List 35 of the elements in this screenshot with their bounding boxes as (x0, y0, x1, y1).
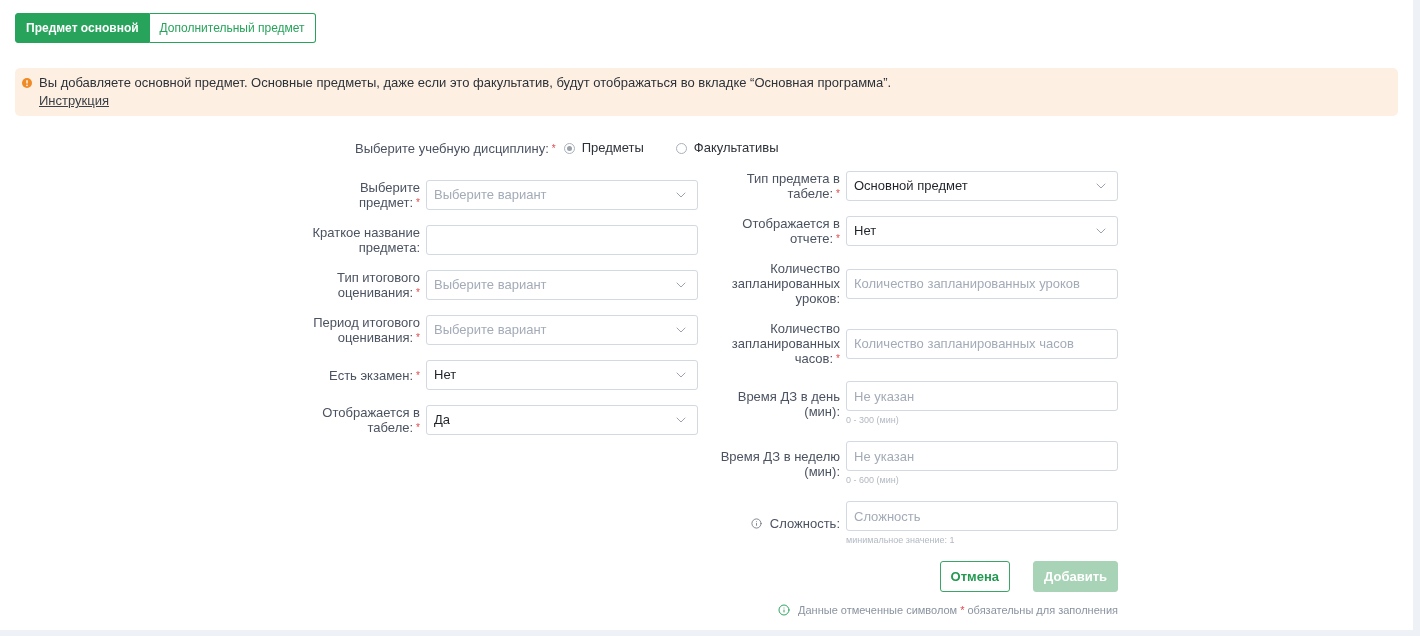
info-icon (778, 604, 791, 616)
field-label: Время ДЗ в неделю (мин): (719, 448, 840, 479)
field-label: Краткое название предмета: (311, 225, 420, 255)
alert-text: Вы добавляете основной предмет. Основные предметы, даже если это факультатив, будут отображаться во вкладке “Основная программа”. (39, 74, 892, 92)
select-field[interactable]: Да (426, 405, 698, 435)
field-label: Количество запланированных уроков: (730, 261, 840, 306)
text-field[interactable]: Не указан (846, 381, 1118, 411)
select-field[interactable]: Нет (846, 216, 1118, 246)
instruction-link[interactable]: Инструкция (39, 92, 109, 110)
radio-option[interactable]: Предметы (563, 138, 644, 158)
field-hint: минимальное значение: 1 (846, 534, 956, 546)
field-label: Период итогового оценивания: * (312, 315, 420, 345)
field-label: Количество запланированных часов: * (730, 321, 840, 366)
field-hint: 0 - 300 (мин) (846, 414, 900, 426)
select-field[interactable]: Нет (426, 360, 698, 390)
field-label: Есть экзамен: * (329, 367, 420, 383)
discipline-label: Выберите учебную дисциплину: * (355, 140, 556, 156)
select-field[interactable]: Основной предмет (846, 171, 1118, 201)
required-note: Данные отмеченные символом * обязательны для заполнения (798, 603, 1118, 617)
text-field[interactable]: Сложность (846, 501, 1118, 531)
field-hint: 0 - 600 (мин) (846, 474, 900, 486)
cancel-button[interactable]: Отмена (939, 561, 1011, 592)
field-label: Выберите предмет: * (358, 180, 420, 210)
alert-icon (22, 78, 32, 88)
field-label: Отображается в табеле: * (321, 405, 420, 435)
text-field[interactable]: Количество запланированных уроков (846, 268, 1118, 299)
field-label: Время ДЗ в день (мин): (736, 388, 840, 419)
text-field[interactable]: Количество запланированных часов (846, 328, 1118, 359)
field-label: Тип предмета в табеле: * (745, 171, 840, 201)
field-label: Тип итогового оценивания: * (336, 270, 420, 300)
radio-option[interactable]: Факультативы (675, 138, 779, 158)
text-field[interactable]: Не указан (846, 441, 1118, 471)
field-label: Отображается в отчете: * (741, 216, 840, 246)
text-field[interactable] (426, 225, 698, 255)
field-label: Сложность: (769, 516, 840, 531)
